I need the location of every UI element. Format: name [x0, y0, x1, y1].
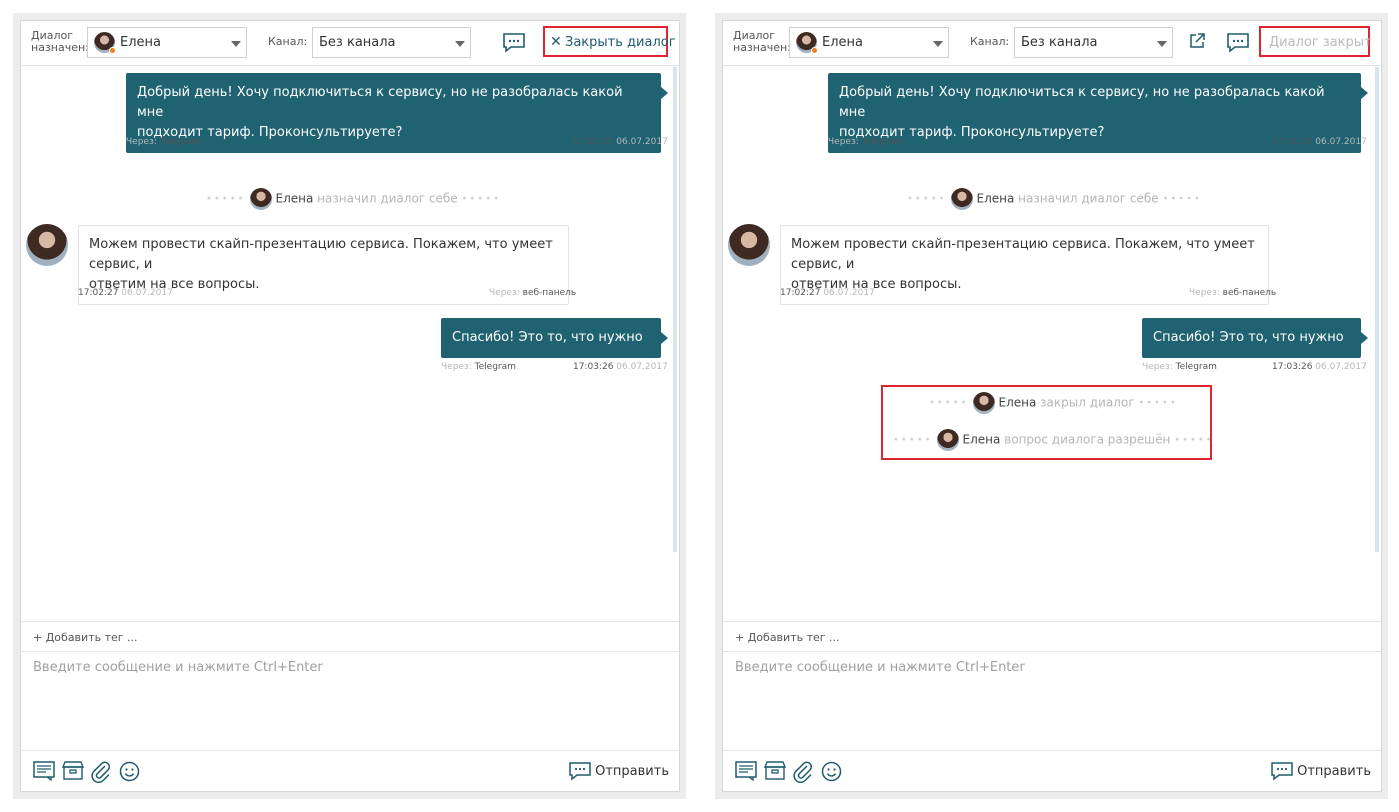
message-input-area: [723, 652, 1381, 751]
channel-select[interactable]: Без канала: [1014, 27, 1173, 58]
message-timestamp: 17:02:27 06.07.2017: [780, 288, 875, 298]
add-tag-link[interactable]: + Добавить тег ...: [723, 621, 1381, 652]
message-meta: Через: Telegram: [1142, 362, 1217, 372]
send-button[interactable]: Отправить: [1271, 762, 1371, 781]
chevron-down-icon: [455, 41, 465, 47]
close-x-icon: ✕: [550, 34, 562, 50]
message-input-area: [21, 652, 679, 751]
add-tag-link[interactable]: + Добавить тег ...: [21, 621, 679, 652]
archive-icon[interactable]: [61, 761, 85, 785]
send-icon: [1271, 762, 1293, 781]
template-icon[interactable]: [33, 761, 55, 785]
system-event: ••••• Елена назначил диалог себе •••••: [206, 188, 501, 210]
left-chat-panel: Диалог назначен: Елена Канал: Без канала…: [20, 20, 680, 792]
assignee-name: Елена: [822, 35, 863, 50]
message-meta: Через: веб-панель: [489, 288, 577, 298]
chevron-down-icon: [231, 41, 241, 47]
message-timestamp: 17:03:26 06.07.2017: [573, 362, 668, 372]
assignee-name: Елена: [120, 35, 161, 50]
external-link-icon[interactable]: [1189, 33, 1205, 53]
send-button[interactable]: Отправить: [569, 762, 669, 781]
status-dot: [811, 47, 818, 54]
chevron-down-icon: [933, 41, 943, 47]
avatar: [728, 224, 770, 266]
chat-header: Диалог назначен: Елена Канал: Без канала…: [723, 21, 1381, 66]
paperclip-icon[interactable]: [793, 761, 813, 787]
close-dialog-label: Закрыть диалог: [565, 35, 676, 50]
message-timestamp: 17:03:26 06.07.2017: [1272, 362, 1367, 372]
template-icon[interactable]: [735, 761, 757, 785]
dialog-closed-button: Диалог закрыт: [1259, 26, 1372, 57]
avatar: [936, 429, 959, 451]
assignee-select[interactable]: Елена: [87, 27, 247, 58]
smiley-icon[interactable]: [821, 761, 842, 786]
system-event: ••••• Елена закрыл диалог •••••: [929, 392, 1178, 414]
channel-value: Без канала: [1021, 35, 1098, 50]
channel-label: Канал:: [268, 35, 308, 48]
message-timestamp: 17:01:35 06.07.2017: [1272, 137, 1367, 147]
archive-icon[interactable]: [763, 761, 787, 785]
avatar: [249, 188, 272, 210]
dialog-closed-label: Диалог закрыт: [1269, 35, 1372, 50]
chevron-down-icon: [1157, 41, 1167, 47]
chat-header: Диалог назначен: Елена Канал: Без канала…: [21, 21, 679, 66]
smiley-icon[interactable]: [119, 761, 140, 786]
channel-value: Без канала: [319, 35, 396, 50]
composer-toolbar: Отправить: [723, 751, 1381, 791]
message-timestamp: 17:01:35 06.07.2017: [573, 137, 668, 147]
message-timestamp: 17:02:27 06.07.2017: [78, 288, 173, 298]
assigned-label: Диалог назначен:: [733, 29, 791, 54]
system-event: ••••• Елена назначил диалог себе •••••: [907, 188, 1202, 210]
message-list: Добрый день! Хочу подключиться к сервису…: [21, 67, 679, 622]
close-dialog-button[interactable]: ✕ Закрыть диалог: [543, 26, 676, 57]
assigned-label: Диалог назначен:: [31, 29, 89, 54]
paperclip-icon[interactable]: [91, 761, 111, 787]
message-input[interactable]: [723, 652, 1381, 750]
channel-label: Канал:: [970, 35, 1010, 48]
avatar: [950, 188, 973, 210]
message-meta: Через: Telegram: [126, 137, 201, 147]
right-chat-panel: Диалог назначен: Елена Канал: Без канала…: [722, 20, 1382, 792]
message-list: Добрый день! Хочу подключиться к сервису…: [723, 67, 1381, 622]
send-icon: [569, 762, 591, 781]
chat-bubble-icon[interactable]: [502, 32, 526, 57]
channel-select[interactable]: Без канала: [312, 27, 471, 58]
composer-toolbar: Отправить: [21, 751, 679, 791]
message-meta: Через: веб-панель: [1189, 288, 1277, 298]
avatar: [972, 392, 995, 414]
message-meta: Через: Telegram: [828, 137, 903, 147]
scrollbar[interactable]: [673, 67, 677, 552]
chat-bubble-icon[interactable]: [1226, 32, 1250, 57]
message-outgoing: Спасибо! Это то, что нужно: [1142, 318, 1368, 358]
system-event: ••••• Елена вопрос диалога разрешён •••••: [893, 429, 1214, 451]
message-outgoing: Спасибо! Это то, что нужно: [441, 318, 668, 358]
assignee-select[interactable]: Елена: [789, 27, 949, 58]
message-input[interactable]: [21, 652, 679, 750]
avatar: [26, 224, 68, 266]
message-meta: Через: Telegram: [441, 362, 516, 372]
status-dot: [109, 47, 116, 54]
scrollbar[interactable]: [1375, 67, 1379, 552]
